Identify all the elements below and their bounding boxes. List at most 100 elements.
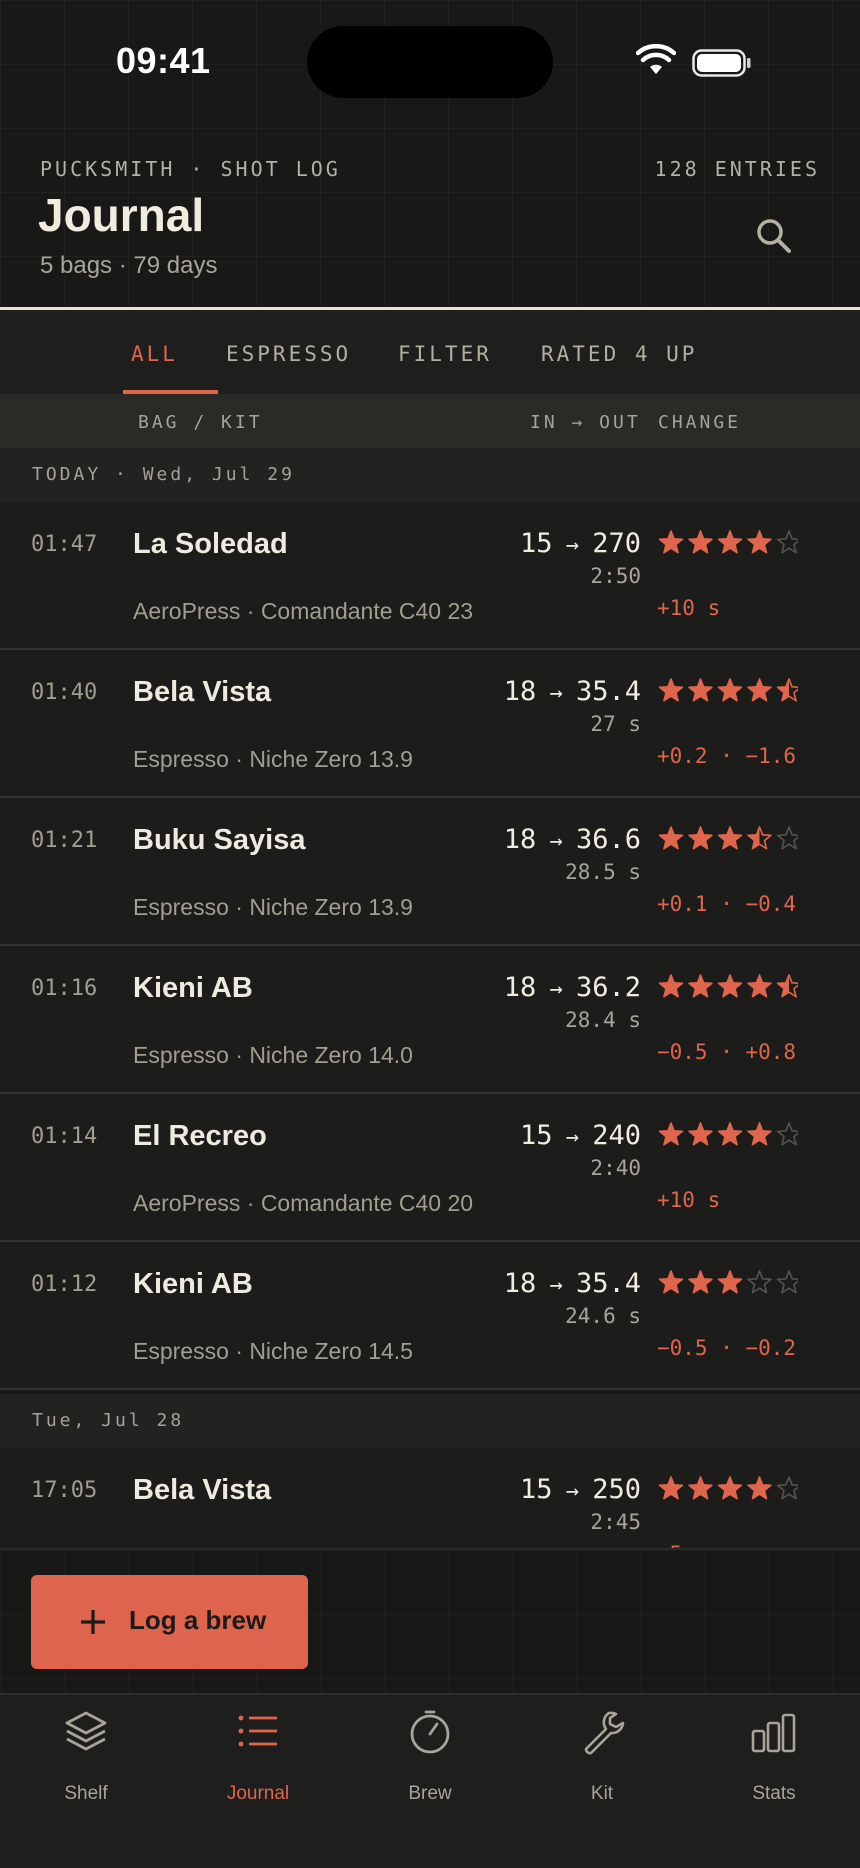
entry-in-out: 15 → 270 <box>520 528 641 559</box>
entry-dose-in: 15 <box>519 1474 553 1505</box>
entry-in-out: 18 → 36.6 <box>504 824 641 855</box>
bars-icon <box>751 1713 796 1753</box>
tab-espresso[interactable]: ESPRESSO <box>226 310 351 394</box>
entry-in-out: 18 → 36.2 <box>504 972 641 1003</box>
app-overline: PUCKSMITH · SHOT LOG <box>40 157 341 181</box>
entry-time: 17:05 <box>31 1478 98 1503</box>
tabbar-label: Stats <box>752 1783 796 1804</box>
star-fill <box>689 975 712 997</box>
entry-dose-in: 18 <box>503 1268 537 1299</box>
entry-time: 01:40 <box>31 680 98 705</box>
bottom-tab-bar: Shelf Journal Brew Kit Stats <box>0 1693 860 1868</box>
tabbar-label: Kit <box>590 1783 614 1804</box>
entry-brew-time: 28.4 s <box>565 1008 641 1032</box>
search-icon[interactable] <box>752 214 796 258</box>
page-subtitle: 5 bags · 79 days <box>40 252 218 279</box>
star-fill <box>748 1123 771 1145</box>
entry-bag-name: Kieni AB <box>133 1268 253 1300</box>
entry-dose-in: 15 <box>519 528 553 559</box>
entry-dose-in: 18 <box>503 676 537 707</box>
star-fill <box>748 531 771 553</box>
journal-entry[interactable]: 01:21 Buku Sayisa Espresso · Niche Zero 13… <box>0 798 860 946</box>
wrench-icon <box>584 1711 625 1755</box>
entry-yield-out: 270 <box>592 528 641 559</box>
journal-list: TODAY · Wed, Jul 29 01:47 La Soledad AeroP… <box>0 448 860 1548</box>
day-label: TODAY · Wed, Jul 29 <box>32 464 295 485</box>
entry-kit: Espresso · Niche Zero 13.9 <box>133 746 413 772</box>
tabbar-item-brew[interactable]: Brew <box>344 1695 516 1815</box>
entry-bag-name: El Recreo <box>133 1120 267 1152</box>
entry-time: 01:21 <box>31 828 98 853</box>
star-fill <box>748 975 771 997</box>
entry-bag-name: Buku Sayisa <box>133 824 306 856</box>
arrow-icon: → <box>536 681 576 706</box>
star-fill <box>659 1123 683 1145</box>
arrow-icon: → <box>552 1479 593 1504</box>
entry-in-out: 15 → 240 <box>520 1120 641 1151</box>
entry-kit: AeroPress · Comandante C40 20 <box>133 1190 474 1216</box>
arrow-icon: → <box>536 829 576 854</box>
star-icon <box>776 1476 798 1500</box>
journal-entry[interactable]: 01:16 Kieni AB Espresso · Niche Zero 14.0 1… <box>0 946 860 1094</box>
star-fill <box>718 1477 742 1499</box>
star-fill <box>659 531 683 553</box>
star-icon <box>747 1270 772 1294</box>
entry-brew-time: 27 s <box>590 712 641 736</box>
filter-tabs: ALL ESPRESSO FILTER RATED 4 UP <box>0 310 860 394</box>
rating-stars <box>658 1122 798 1146</box>
entry-change: +0.2 · −1.6 <box>657 744 797 768</box>
battery-icon <box>692 49 751 77</box>
star-icon <box>776 826 798 850</box>
entry-yield-out: 35.4 <box>575 1268 641 1299</box>
journal-entry[interactable]: 01:12 Kieni AB Espresso · Niche Zero 14.5 1… <box>0 1242 860 1390</box>
entry-yield-out: 240 <box>592 1120 641 1151</box>
rating-stars <box>658 530 798 554</box>
dynamic-island <box>307 26 553 98</box>
tab-filter[interactable]: FILTER <box>398 310 492 394</box>
star-icon <box>776 530 798 554</box>
column-in-out: IN → OUT <box>530 412 641 433</box>
tabbar-item-kit[interactable]: Kit <box>516 1695 688 1815</box>
tab-all[interactable]: ALL <box>131 310 178 394</box>
entry-kit: Espresso · Niche Zero 14.0 <box>133 1042 413 1068</box>
journal-entry[interactable]: 17:05Bela VistaV60 · Comandante C40 2215… <box>0 1448 860 1548</box>
journal-entry[interactable]: 01:47 La Soledad AeroPress · Comandante C4… <box>0 502 860 650</box>
tabbar-item-shelf[interactable]: Shelf <box>0 1695 172 1815</box>
tab-rated-4-up[interactable]: RATED 4 UP <box>541 310 697 394</box>
entry-in-out: 15 → 250 <box>520 1474 641 1505</box>
timer-icon <box>410 1710 450 1754</box>
tabbar-item-journal[interactable]: Journal <box>172 1695 344 1815</box>
entry-brew-time: 2:45 <box>590 1510 641 1534</box>
entry-kit: Espresso · Niche Zero 14.5 <box>133 1338 413 1364</box>
entry-dose-in: 18 <box>503 824 537 855</box>
journal-entry[interactable]: 01:40 Bela Vista Espresso · Niche Zero 13.… <box>0 650 860 798</box>
status-time: 09:41 <box>116 40 211 81</box>
day-header: TODAY · Wed, Jul 29 <box>0 448 860 502</box>
star-fill <box>689 531 712 553</box>
list-icon <box>238 1715 277 1747</box>
star-fill <box>718 679 742 701</box>
star-fill <box>718 1123 742 1145</box>
star-fill <box>689 679 712 701</box>
entry-kit: Espresso · Niche Zero 13.9 <box>133 894 413 920</box>
log-brew-button[interactable]: Log a brew <box>31 1575 308 1669</box>
tabbar-item-stats[interactable]: Stats <box>688 1695 860 1815</box>
journal-entry[interactable]: 01:14 El Recreo AeroPress · Comandante C40… <box>0 1094 860 1242</box>
star-fill <box>659 827 683 849</box>
rating-stars <box>658 678 798 702</box>
column-bag-kit: BAG / KIT <box>138 412 263 433</box>
star-fill <box>718 975 742 997</box>
column-header: BAG / KIT IN → OUT CHANGE <box>0 394 860 448</box>
star-fill <box>689 827 712 849</box>
day-label: Tue, Jul 28 <box>32 1410 185 1431</box>
entry-change: +10 s <box>657 596 721 620</box>
entry-yield-out: 36.2 <box>575 972 641 1003</box>
arrow-icon: → <box>536 1273 576 1298</box>
day-header: Tue, Jul 28 <box>0 1394 860 1448</box>
entry-in-out: 18 → 35.4 <box>504 676 641 707</box>
column-change: CHANGE <box>658 412 742 433</box>
wifi-icon <box>636 44 676 74</box>
star-fill <box>689 1271 712 1293</box>
arrow-icon: → <box>552 1125 593 1150</box>
entry-bag-name: Kieni AB <box>133 972 253 1004</box>
